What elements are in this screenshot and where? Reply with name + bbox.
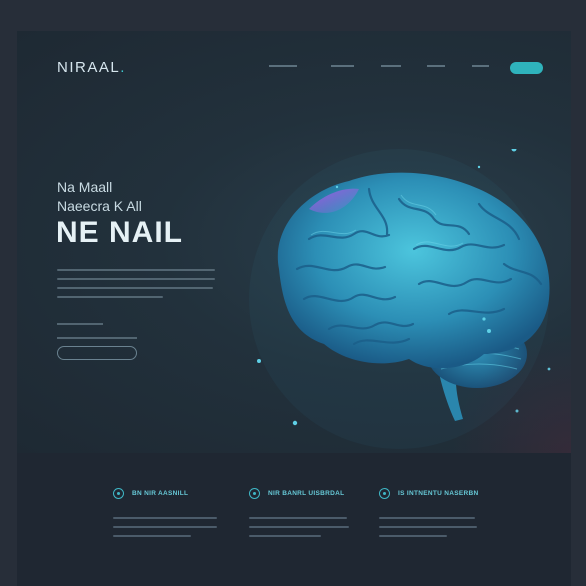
paragraph-line xyxy=(57,269,215,271)
nav-cta-button[interactable] xyxy=(510,62,543,74)
feature-text-line xyxy=(113,526,217,528)
logo[interactable]: NIRAAL. xyxy=(57,59,126,76)
hero-button[interactable] xyxy=(57,346,137,360)
feature-circle-icon xyxy=(113,487,124,499)
feature-text-line xyxy=(113,535,191,537)
paragraph-line xyxy=(57,278,215,280)
feature-card-3: IS INTNENTU NASERBN xyxy=(379,485,489,544)
hero-subtitle: Na Maall Naeecra K All xyxy=(57,178,142,216)
feature-title: BN NIR AASNILL xyxy=(132,489,189,497)
feature-text-line xyxy=(249,535,321,537)
feature-circle-icon xyxy=(249,487,260,499)
feature-text-line xyxy=(249,526,349,528)
hero-title: NE NAIL xyxy=(56,216,183,249)
feature-text-line xyxy=(379,535,447,537)
brain-illustration xyxy=(249,149,551,449)
hero-line-1: Na Maall xyxy=(57,179,113,195)
main-nav xyxy=(267,62,557,76)
feature-title: IS INTNENTU NASERBN xyxy=(398,489,479,497)
hero-small-text xyxy=(57,337,137,339)
logo-text: NIRAAL xyxy=(57,59,121,76)
paragraph-line xyxy=(57,287,213,289)
feature-text-line xyxy=(379,526,477,528)
feature-card-2: NIR BANRL UISBRDAL xyxy=(249,485,359,544)
logo-dot: . xyxy=(120,59,126,76)
hero-section: NIRAAL. Na Maall Naeecra K All NE NAIL xyxy=(17,31,571,453)
feature-text-line xyxy=(249,517,347,519)
features-section: BN NIR AASNILL NIR BANRL UISBRDAL IS INT… xyxy=(17,453,571,586)
hero-line-2: Naeecra K All xyxy=(57,198,142,214)
feature-text-line xyxy=(113,517,217,519)
feature-title: NIR BANRL UISBRDAL xyxy=(268,489,345,497)
paragraph-line xyxy=(57,296,163,298)
feature-text-line xyxy=(379,517,475,519)
feature-circle-icon xyxy=(379,487,390,499)
hero-small-link[interactable] xyxy=(57,323,103,325)
feature-card-1: BN NIR AASNILL xyxy=(113,485,223,544)
hero-paragraph xyxy=(57,269,217,305)
